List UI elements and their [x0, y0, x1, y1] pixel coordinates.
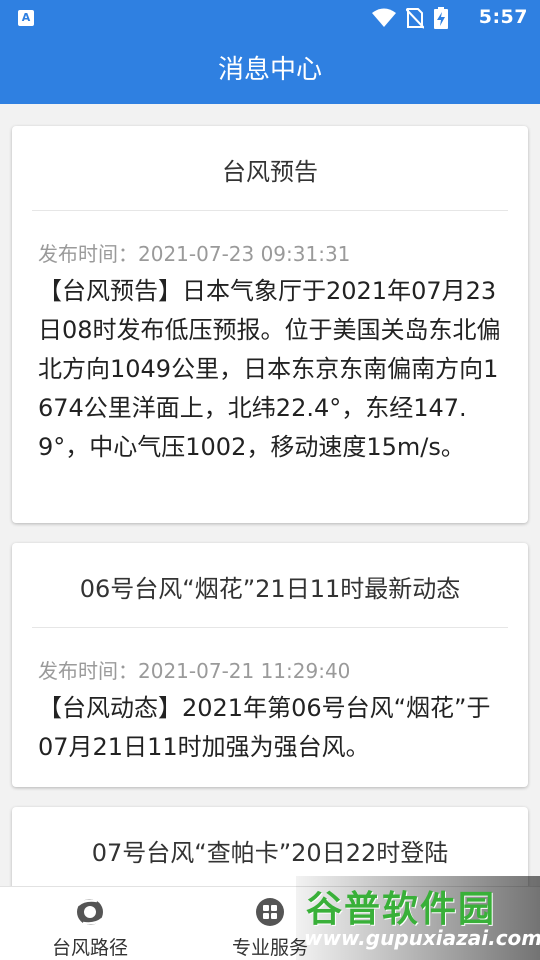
- divider: [32, 627, 508, 628]
- message-body: 【台风预告】日本气象厅于2021年07月23日08时发布低压预报。位于美国关岛东…: [38, 277, 501, 461]
- wifi-icon: [372, 8, 396, 27]
- status-icons: [372, 7, 448, 29]
- message-card[interactable]: 06号台风“烟花”21日11时最新动态 发布时间：2021-07-21 11:2…: [12, 543, 528, 787]
- message-time: 发布时间：2021-07-23 09:31:31: [38, 242, 351, 266]
- watermark-logo: 谷普软件园: [306, 889, 497, 930]
- page-title: 消息中心: [0, 36, 540, 104]
- message-body: 【台风动态】2021年第06号台风“烟花”于07月21日11时加强为强台风。: [38, 694, 491, 761]
- message-card[interactable]: 台风预告 发布时间：2021-07-23 09:31:31 【台风预告】日本气象…: [12, 126, 528, 523]
- divider: [32, 210, 508, 211]
- battery-charging-icon: [434, 7, 448, 29]
- status-time: 5:57: [478, 6, 528, 28]
- typhoon-icon: [77, 899, 103, 925]
- nav-item-typhoon-path[interactable]: 台风路径: [0, 887, 180, 960]
- status-bar: A 5:57: [0, 0, 540, 36]
- message-title: 07号台风“查帕卡”20日22时登陆: [91, 839, 449, 867]
- message-card[interactable]: 07号台风“查帕卡”20日22时登陆: [12, 807, 528, 886]
- message-title: 台风预告: [222, 158, 318, 186]
- watermark: 谷普软件园 www.gupuxiazai.com: [296, 876, 540, 960]
- grid-icon: [256, 898, 284, 926]
- app-notification-icon: A: [18, 10, 34, 26]
- watermark-url: www.gupuxiazai.com: [304, 926, 540, 950]
- message-list[interactable]: 台风预告 发布时间：2021-07-23 09:31:31 【台风预告】日本气象…: [0, 104, 540, 886]
- nav-label: 台风路径: [51, 937, 128, 959]
- message-time: 发布时间：2021-07-21 11:29:40: [38, 659, 351, 683]
- message-title: 06号台风“烟花”21日11时最新动态: [79, 575, 461, 603]
- no-sim-icon: [406, 8, 424, 29]
